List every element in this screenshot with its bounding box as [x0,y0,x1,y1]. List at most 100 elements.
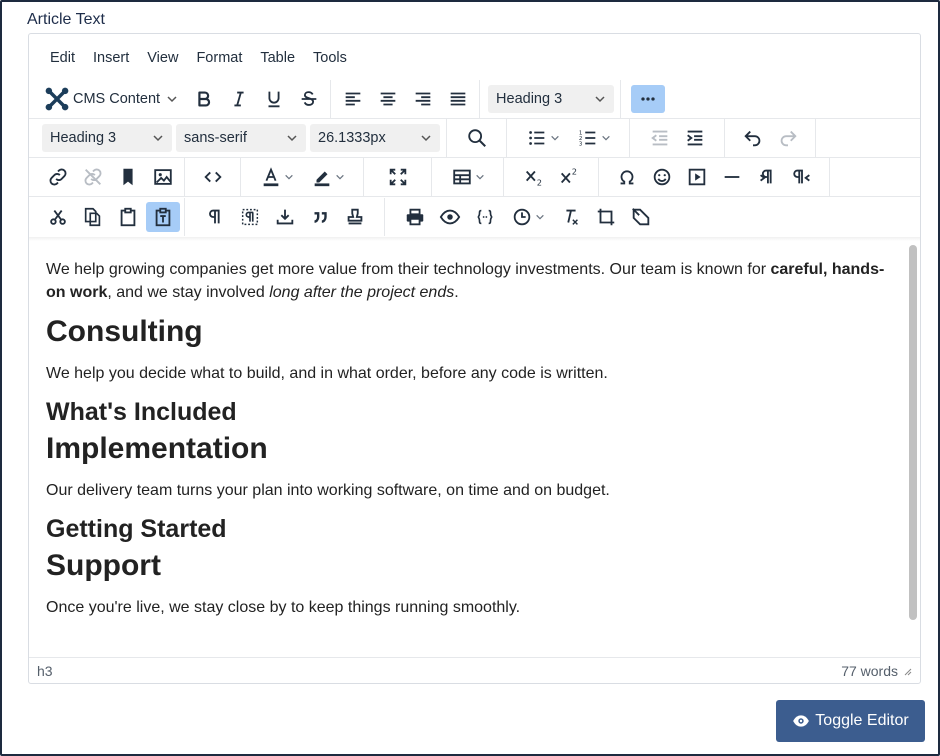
copy-button[interactable] [76,202,110,232]
chevron-down-icon [335,174,344,180]
menu-table[interactable]: Table [251,46,304,70]
crop-button[interactable] [589,202,623,232]
block-format-value: Heading 3 [496,91,563,107]
fullscreen-button[interactable] [381,162,415,192]
block-format-select-1[interactable]: Heading 3 [488,85,615,113]
insert-page-break-button[interactable] [268,202,302,232]
paste-button[interactable] [111,202,145,232]
print-icon [406,208,423,226]
edit-tag-button[interactable] [624,202,658,232]
bold-button[interactable] [187,84,221,114]
rtl-button[interactable] [785,162,819,192]
clear-formatting-button[interactable] [554,202,588,232]
paste-as-text-button[interactable] [145,202,180,232]
word-count[interactable]: 77 words [841,663,898,679]
chevron-down-icon [475,174,484,180]
menu-tools[interactable]: Tools [304,46,356,70]
show-blocks-button[interactable] [233,202,267,232]
align-right-button[interactable] [406,84,440,114]
toggle-editor-button[interactable]: Toggle Editor [776,700,925,742]
insert-icon [276,209,293,225]
crop-icon [597,208,614,226]
insert-link-button[interactable] [41,162,75,192]
align-center-button[interactable] [371,84,405,114]
outdent-icon [650,130,667,146]
pilcrow-icon [208,209,220,224]
insert-datetime-button[interactable] [503,202,553,232]
table-button[interactable] [443,162,493,192]
special-character-button[interactable] [610,162,644,192]
redo-button[interactable] [771,123,805,153]
underline-button[interactable] [257,84,291,114]
bullet-list-button[interactable] [518,123,568,153]
toolbar-separator [829,158,830,196]
content-scrollbar[interactable] [909,245,917,620]
element-path[interactable]: h3 [37,663,53,679]
eye-icon [793,715,810,727]
template-button[interactable] [338,202,372,232]
scissors-icon [49,210,66,225]
emoticons-button[interactable] [645,162,679,192]
undo-button[interactable] [736,123,770,153]
cut-button[interactable] [41,202,75,232]
menu-edit[interactable]: Edit [41,46,84,70]
font-size-select[interactable]: 26.1333px [310,124,440,152]
menubar: Edit Insert View Format Table Tools [29,34,920,82]
chevron-down-icon [287,135,297,142]
link-icon [49,168,66,186]
superscript-button[interactable]: 2 [552,162,586,192]
background-color-button[interactable] [303,162,353,192]
heading-support: Support [46,549,161,582]
quote-icon [313,212,327,223]
toolbar-row-1: CMS Content Heading 3 [29,80,920,119]
chevron-down-icon [595,96,605,103]
more-toolbar-button[interactable] [631,85,666,113]
font-family-select[interactable]: sans-serif [176,124,306,152]
show-blocks-icon [241,208,258,226]
align-left-button[interactable] [336,84,370,114]
rtl-icon [792,169,810,184]
rich-text-editor: Edit Insert View Format Table Tools CMS [28,33,921,684]
strikethrough-button[interactable] [292,84,326,114]
code-sample-button[interactable] [468,202,502,232]
code-icon [203,171,222,183]
search-icon [467,129,486,147]
show-blocks-pilcrow-button[interactable] [198,202,232,232]
menu-insert[interactable]: Insert [84,46,138,70]
unlink-icon [84,168,101,186]
block-format-select-2[interactable]: Heading 3 [42,124,172,152]
clear-format-icon [565,209,578,225]
blockquote-button[interactable] [303,202,337,232]
intro-italic-text: long after the project ends [269,284,455,301]
status-bar: h3 77 words [29,657,920,683]
align-left-icon [345,92,360,106]
preview-button[interactable] [433,202,467,232]
insert-media-button[interactable] [680,162,714,192]
print-button[interactable] [398,202,432,232]
indent-button[interactable] [678,123,712,153]
search-replace-button[interactable] [460,123,494,153]
insert-image-button[interactable] [146,162,180,192]
unlink-button[interactable] [76,162,110,192]
toolbar-row-2: Heading 3 sans-serif 26.1333px 1 2 3 [29,119,920,158]
joomla-logo-icon [45,87,69,111]
numbered-list-button[interactable]: 123 [569,123,619,153]
menu-view[interactable]: View [138,46,187,70]
cms-content-dropdown[interactable]: CMS Content [40,84,182,114]
toolbar-separator [620,80,622,118]
subscript-button[interactable]: 2 [517,162,551,192]
text-color-button[interactable] [252,162,302,192]
resize-handle-icon[interactable] [902,666,912,676]
align-center-icon [380,92,395,106]
anchor-button[interactable] [111,162,145,192]
align-justify-button[interactable] [441,84,475,114]
italic-button[interactable] [222,84,256,114]
ltr-button[interactable] [750,162,784,192]
menu-format[interactable]: Format [187,46,251,70]
editor-content[interactable]: We help growing companies get more value… [29,241,920,657]
horizontal-line-button[interactable] [715,162,749,192]
bookmark-icon [122,168,133,186]
underline-icon [268,91,280,108]
outdent-button[interactable] [643,123,677,153]
source-code-button[interactable] [196,162,230,192]
